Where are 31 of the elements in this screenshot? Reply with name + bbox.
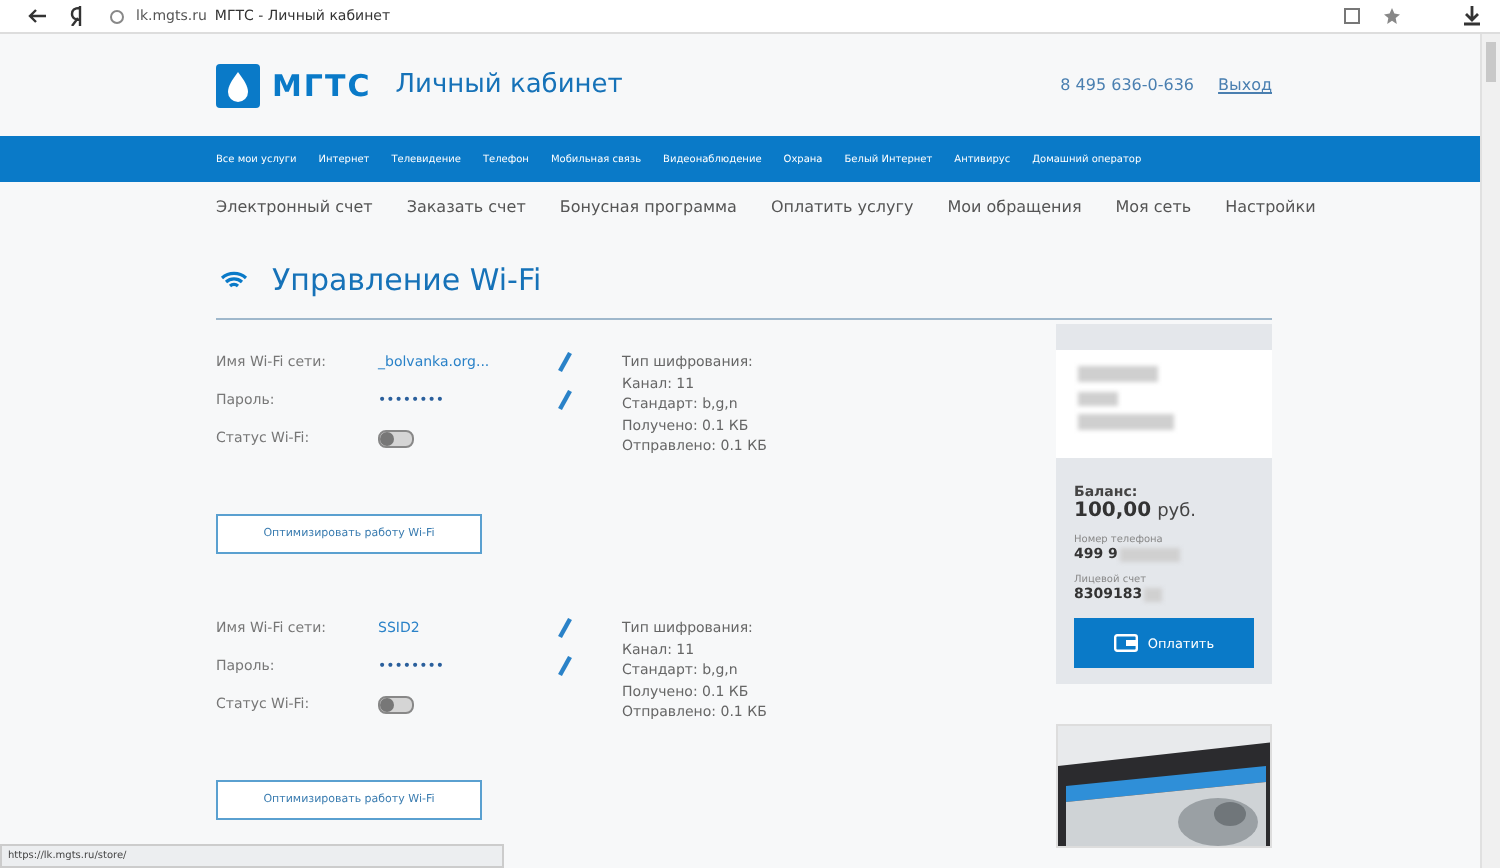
subnav-link[interactable]: Мои обращения bbox=[947, 198, 1082, 216]
subnav-link[interactable]: Электронный счет bbox=[216, 198, 373, 216]
reload-icon[interactable] bbox=[110, 9, 124, 23]
logout-link[interactable]: Выход bbox=[1218, 76, 1272, 94]
wifi-toggle[interactable] bbox=[378, 429, 414, 447]
redacted-block bbox=[1119, 547, 1180, 561]
browser-logo-icon[interactable] bbox=[70, 6, 86, 26]
redacted-block bbox=[1144, 587, 1163, 601]
subnav-link[interactable]: Заказать счет bbox=[406, 198, 526, 216]
logo[interactable]: МГТС bbox=[216, 63, 372, 107]
balance-amount: 100,00 bbox=[1074, 500, 1152, 522]
star-icon[interactable] bbox=[1384, 8, 1400, 24]
wifi-icon bbox=[220, 270, 248, 290]
logo-icon bbox=[216, 63, 260, 107]
wifi-toggle[interactable] bbox=[378, 695, 414, 713]
subnav-link[interactable]: Моя сеть bbox=[1115, 198, 1192, 216]
back-icon[interactable] bbox=[28, 8, 46, 24]
subnav-link[interactable]: Бонусная программа bbox=[559, 198, 737, 216]
pencil-icon[interactable] bbox=[558, 351, 572, 373]
phone-number: 8 495 636-0-636 bbox=[1060, 76, 1195, 94]
page-heading: Управление Wi-Fi bbox=[272, 262, 542, 298]
pencil-icon[interactable] bbox=[558, 655, 572, 677]
subnav-link[interactable]: Настройки bbox=[1225, 198, 1316, 216]
currency-text: руб. bbox=[1157, 502, 1197, 522]
bookmark-icon[interactable] bbox=[1344, 8, 1360, 24]
pencil-icon[interactable] bbox=[558, 617, 572, 639]
subnav-link[interactable]: Оплатить услугу bbox=[770, 198, 914, 216]
wallet-icon bbox=[1113, 634, 1138, 652]
site-title: Личный кабинет bbox=[395, 70, 623, 100]
pencil-icon[interactable] bbox=[558, 389, 572, 411]
download-icon[interactable] bbox=[1464, 6, 1480, 26]
